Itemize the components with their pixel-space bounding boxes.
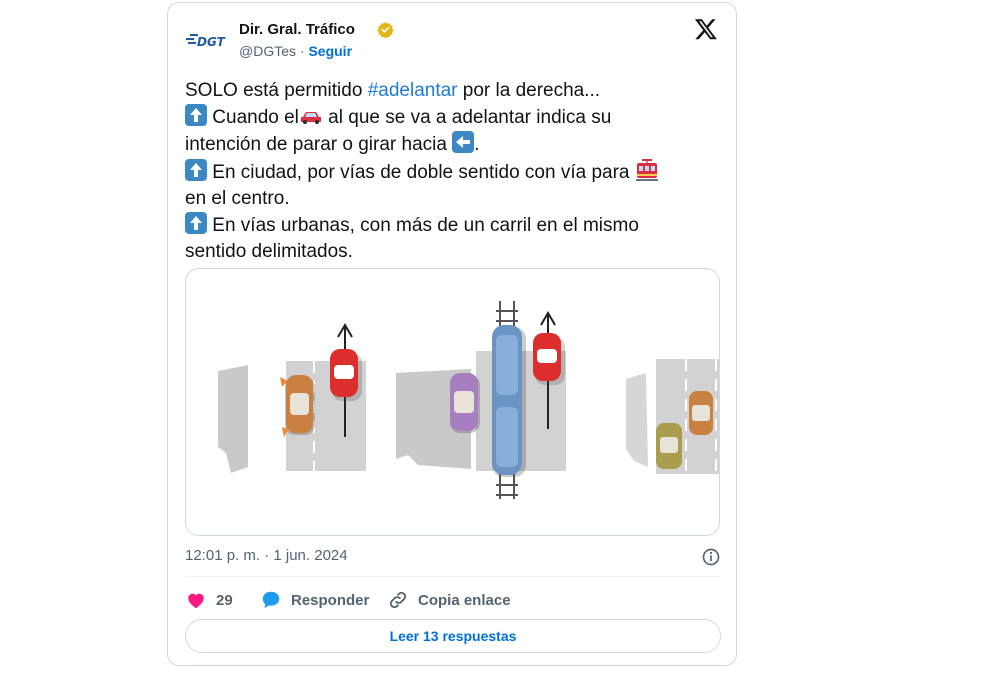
tram-scene-2 xyxy=(492,325,526,477)
tweet-text-segment: intención de parar o girar hacia xyxy=(185,134,453,155)
tweet-line-1: SOLO está permitido #adelantar por la de… xyxy=(185,78,705,104)
tweet-line-2: Cuando el al que se va a adelantar indic… xyxy=(185,104,705,131)
like-count: 29 xyxy=(216,591,233,609)
tweet-text: SOLO está permitido #adelantar por la de… xyxy=(185,78,705,265)
reply-button[interactable]: Responder xyxy=(260,587,369,613)
verified-badge-icon xyxy=(377,22,394,38)
info-icon[interactable] xyxy=(701,547,721,567)
tram-emoji xyxy=(635,159,658,181)
handle-separator: · xyxy=(296,43,309,59)
arrow-up-emoji xyxy=(185,212,207,234)
tweet-media-image[interactable] xyxy=(185,268,720,536)
x-logo-icon[interactable] xyxy=(694,17,718,41)
tweet-card: DGT Dir. Gral. Tráfico @DGTes · Seguir S… xyxy=(167,2,737,666)
tweet-timestamp[interactable]: 12:01 p. m. · 1 jun. 2024 xyxy=(185,547,348,564)
red-car-emoji xyxy=(300,112,321,124)
olive-car-scene-3 xyxy=(656,423,682,469)
follow-link[interactable]: Seguir xyxy=(308,43,352,59)
like-button[interactable]: 29 xyxy=(185,587,233,613)
tweet-text-segment: En vías urbanas, con más de un carril en… xyxy=(207,215,639,236)
tweet-text-segment: al que se va a adelantar indica su xyxy=(322,107,612,128)
arrow-left-emoji xyxy=(452,131,475,153)
copy-link-label: Copia enlace xyxy=(418,591,511,609)
handle-line: @DGTes · Seguir xyxy=(239,43,352,59)
tweet-line-4: En ciudad, por vías de doble sentido con… xyxy=(185,158,705,186)
reply-label: Responder xyxy=(291,591,370,609)
tweet-text-segment: por la derecha... xyxy=(457,80,601,101)
tweet-actions: 29 Responder Copia enlace xyxy=(185,587,720,613)
dgt-logo[interactable]: DGT xyxy=(186,29,234,53)
hashtag-link[interactable]: #adelantar xyxy=(368,80,458,101)
reply-bubble-icon xyxy=(262,591,280,609)
orange-car-scene-3 xyxy=(689,391,713,435)
timestamp-row: 12:01 p. m. · 1 jun. 2024 xyxy=(185,547,721,567)
arrow-up-emoji xyxy=(185,104,207,126)
link-icon xyxy=(389,591,407,609)
red-car-scene-1 xyxy=(330,349,362,401)
tweet-text-segment: . xyxy=(474,134,480,155)
purple-car-scene-2 xyxy=(450,373,480,433)
divider xyxy=(185,576,720,577)
read-replies-button[interactable]: Leer 13 respuestas xyxy=(185,619,721,653)
tweet-line-3: intención de parar o girar hacia . xyxy=(185,131,705,158)
tweet-text-segment: SOLO está permitido xyxy=(185,80,368,101)
heart-icon xyxy=(188,593,204,609)
tweet-line-5: en el centro. xyxy=(185,188,290,209)
copy-link-button[interactable]: Copia enlace xyxy=(387,587,511,613)
author-name[interactable]: Dir. Gral. Tráfico xyxy=(239,21,355,38)
tweet-text-segment: En ciudad, por vías de doble sentido con… xyxy=(207,162,635,183)
tweet-line-6: En vías urbanas, con más de un carril en… xyxy=(185,212,705,239)
author-handle[interactable]: @DGTes xyxy=(239,43,296,59)
orange-car-scene-1 xyxy=(280,375,315,437)
tweet-text-segment: Cuando el xyxy=(207,107,299,128)
arrow-up-emoji xyxy=(185,159,207,181)
tweet-header: DGT Dir. Gral. Tráfico @DGTes · Seguir xyxy=(186,17,720,65)
overtaking-illustration xyxy=(218,301,719,499)
red-car-scene-2 xyxy=(533,333,565,385)
tweet-line-7: sentido delimitados. xyxy=(185,241,353,262)
svg-text:DGT: DGT xyxy=(197,35,226,49)
